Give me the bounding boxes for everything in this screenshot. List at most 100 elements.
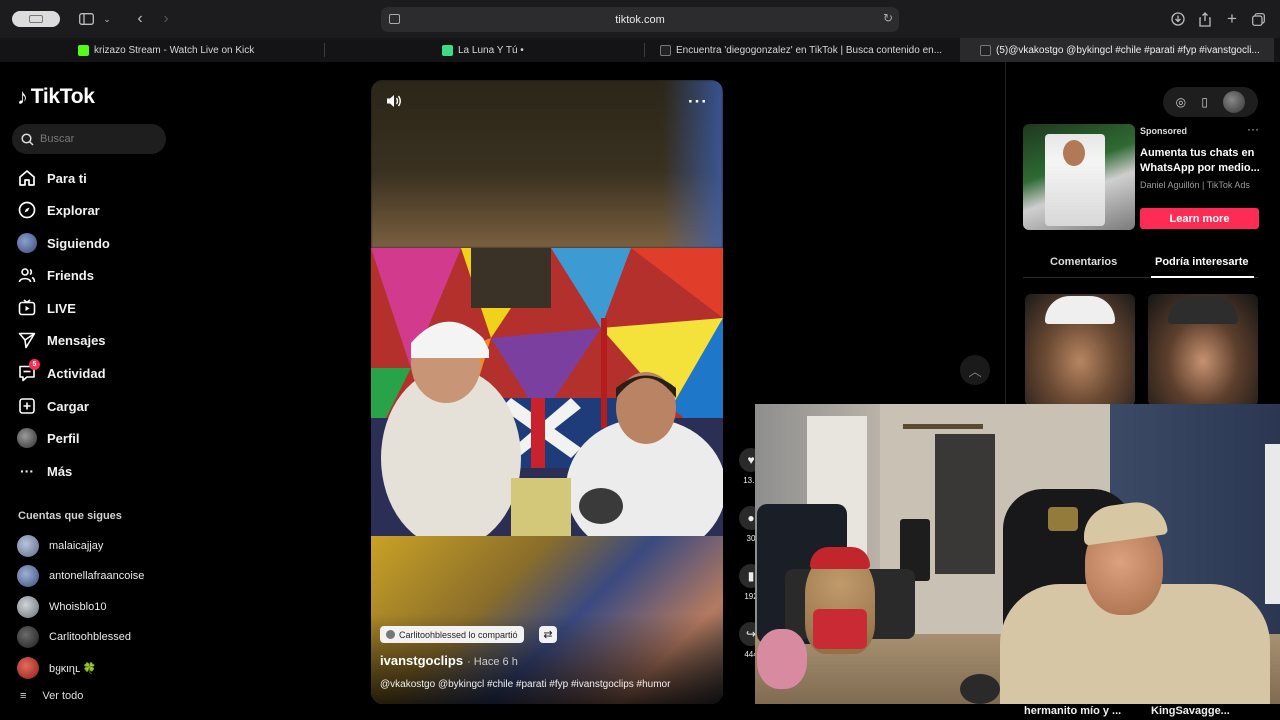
tab-tiktok-search[interactable]: Encuentra 'diegogonzalez' en TikTok | Bu… [660, 38, 950, 62]
ad-advertiser: Daniel Aguillón | TikTok Ads [1140, 180, 1250, 190]
nav-label: Perfil [47, 430, 80, 446]
following-account[interactable]: antonellafraancoise [17, 565, 144, 587]
account-name: bყκιɳւ 🍀 [49, 662, 97, 675]
tiktok-note-icon: ♪ [17, 84, 28, 109]
nav-mas[interactable]: ··· Más [17, 459, 72, 483]
top-controls: ◎ ▯ [1163, 87, 1258, 117]
music-favicon-icon [442, 44, 453, 56]
nav-explorar[interactable]: Explorar [17, 198, 100, 222]
volume-icon[interactable] [386, 94, 402, 112]
video-author[interactable]: ivanstgoclips · Hace 6 h [380, 653, 518, 668]
tab-title: Encuentra 'diegogonzalez' en TikTok | Bu… [676, 44, 943, 56]
chevron-down-icon[interactable]: ⌄ [100, 9, 114, 29]
following-section-title: Cuentas que sigues [18, 510, 122, 522]
nav-actividad[interactable]: 5 Actividad [17, 359, 106, 385]
nav-label: LIVE [47, 300, 76, 316]
following-account[interactable]: Carlitoohblessed [17, 626, 131, 648]
ad-title[interactable]: Aumenta tus chats en WhatsApp por medio.… [1140, 146, 1262, 176]
tiktok-logo[interactable]: ♪ TikTok [17, 84, 95, 110]
nav-cargar[interactable]: Cargar [17, 394, 89, 418]
repost-label[interactable]: Carlitoohblessed lo compartió [380, 626, 524, 643]
learn-more-button[interactable]: Learn more [1140, 208, 1259, 229]
more-dots-icon: ··· [20, 463, 34, 479]
video-frame [371, 248, 723, 536]
repost-icon[interactable]: ⇄ [539, 626, 557, 643]
activity-icon: 5 [17, 359, 40, 383]
avatar [17, 535, 39, 557]
tiktok-favicon-icon [980, 44, 991, 56]
tab-tiktok-video[interactable]: (5)@vkakostgo @bykingcl #chile #parati #… [960, 38, 1274, 62]
webcam-overlay [755, 404, 1280, 704]
author-name: ivanstgoclips [380, 653, 464, 668]
suggested-video-title[interactable]: KingSavagge... [1151, 705, 1230, 717]
back-icon[interactable]: ‹ [130, 9, 150, 29]
tab-comentarios[interactable]: Comentarios [1050, 256, 1117, 268]
downloads-icon[interactable] [1169, 9, 1187, 29]
tab-la-luna[interactable]: La Luna Y Tú • [442, 38, 642, 62]
tab-title: krizazo Stream - Watch Live on Kick [94, 44, 255, 56]
nav-label: Friends [47, 267, 94, 283]
nav-label: Más [47, 463, 73, 479]
nav-para-ti[interactable]: Para ti [17, 166, 87, 190]
tab-title: (5)@vkakostgo @bykingcl #chile #parati #… [996, 44, 1260, 56]
following-account[interactable]: bყκιɳւ 🍀 [17, 657, 96, 679]
nav-label: Cargar [47, 398, 89, 414]
profile-avatar-icon [17, 428, 37, 448]
see-all-link[interactable]: ≡ Ver todo [20, 690, 83, 702]
suggested-video-title[interactable]: hermanito mío y ... [1024, 705, 1121, 717]
nav-label: Mensajes [47, 332, 106, 348]
account-name: malaicajjay [49, 540, 104, 552]
ad-thumbnail[interactable] [1023, 124, 1135, 230]
nav-live[interactable]: LIVE [17, 296, 76, 320]
search-input[interactable] [40, 133, 150, 145]
page-menu-icon[interactable] [389, 14, 400, 24]
nav-label: Siguiendo [47, 235, 110, 251]
nav-mensajes[interactable]: Mensajes [17, 328, 106, 352]
tab-overview-icon[interactable] [1249, 9, 1267, 29]
video-caption: @vkakostgo @bykingcl #chile #parati #fyp… [380, 679, 671, 690]
following-account[interactable]: malaicajjay [17, 535, 103, 557]
upload-icon [17, 396, 37, 416]
account-name: antonellafraancoise [49, 570, 145, 582]
previous-video-button[interactable]: ︿ [960, 355, 990, 385]
avatar [17, 596, 39, 618]
suggested-video-thumbnail[interactable] [1148, 294, 1258, 406]
tab-group-selector[interactable] [12, 11, 60, 27]
following-avatar-icon [17, 233, 37, 253]
friends-icon [17, 265, 37, 285]
kick-favicon-icon [78, 44, 89, 56]
search-box[interactable] [12, 124, 166, 154]
share-icon[interactable] [1196, 9, 1214, 29]
address-bar[interactable]: tiktok.com ↻ [381, 7, 899, 32]
video-player[interactable]: ··· Carlitoohblessed lo compartió ⇄ ivan… [371, 80, 723, 704]
phone-icon[interactable]: ▯ [1201, 95, 1208, 109]
nav-perfil[interactable]: Perfil [17, 426, 80, 450]
repost-text: Carlitoohblessed lo compartió [399, 629, 518, 640]
tab-kick[interactable]: krizazo Stream - Watch Live on Kick [78, 38, 318, 62]
tiktok-favicon-icon [660, 44, 671, 56]
nav-friends[interactable]: Friends [17, 263, 94, 287]
live-icon [17, 298, 37, 318]
reload-icon[interactable]: ↻ [883, 11, 893, 25]
video-blur-top [371, 80, 723, 248]
send-icon [17, 330, 37, 350]
new-tab-icon[interactable]: + [1223, 9, 1241, 29]
sidebar-toggle-icon[interactable] [76, 9, 96, 29]
compass-icon[interactable]: ◎ [1176, 95, 1186, 109]
following-account[interactable]: Whoisblo10 [17, 596, 106, 618]
nav-label: Actividad [47, 365, 106, 381]
ad-more-icon[interactable]: ··· [1247, 122, 1259, 136]
account-name: Carlitoohblessed [49, 631, 131, 643]
video-more-icon[interactable]: ··· [688, 92, 708, 112]
suggested-video-thumbnail[interactable] [1025, 294, 1135, 406]
forward-icon[interactable]: › [156, 9, 176, 29]
nav-siguiendo[interactable]: Siguiendo [17, 231, 110, 255]
search-icon [21, 132, 34, 146]
sponsored-label: Sponsored [1140, 126, 1188, 136]
nav-label: Para ti [47, 170, 87, 186]
tab-bar: krizazo Stream - Watch Live on Kick La L… [0, 38, 1280, 62]
tab-podria-interesarte[interactable]: Podría interesarte [1155, 256, 1249, 268]
url-text: tiktok.com [615, 13, 665, 26]
chevron-up-icon: ︿ [968, 363, 982, 379]
user-avatar[interactable] [1223, 91, 1246, 113]
